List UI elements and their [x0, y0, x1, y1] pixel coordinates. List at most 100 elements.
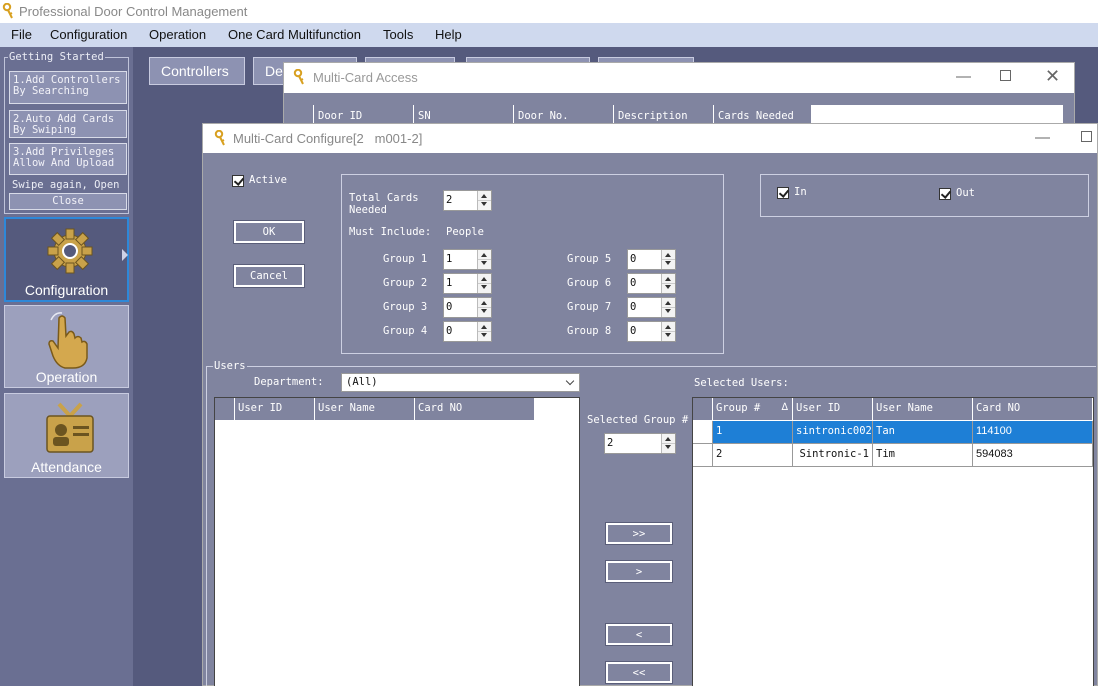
spin-arrows-icon[interactable] — [477, 298, 491, 317]
cancel-button[interactable]: Cancel — [233, 264, 305, 288]
spin-arrows-icon[interactable] — [477, 274, 491, 293]
nav-operation[interactable]: Operation — [4, 305, 129, 388]
nav-configuration-label: Configuration — [24, 282, 109, 298]
multi-card-configure-dialog: Multi-Card Configure[2 m001-2] — Active … — [202, 123, 1098, 686]
menu-one-card-multifunction[interactable]: One Card Multifunction — [228, 27, 361, 42]
minimize-icon[interactable]: — — [956, 68, 971, 85]
menu-file[interactable]: File — [11, 27, 32, 42]
maximize-icon[interactable] — [1000, 70, 1011, 81]
spin-arrows-icon[interactable] — [477, 250, 491, 269]
spin-arrows-icon[interactable] — [477, 322, 491, 341]
cell-user-name: Tan — [873, 421, 973, 444]
column-door-no[interactable]: Door No. — [514, 105, 614, 125]
group-4-label: Group 4 — [383, 325, 428, 337]
chevron-down-icon[interactable] — [565, 376, 575, 386]
group-8-value: 0 — [630, 325, 637, 337]
out-label: Out — [956, 187, 975, 199]
column-door-id[interactable]: Door ID — [314, 105, 414, 125]
group-6-label: Group 6 — [567, 277, 612, 289]
close-button[interactable]: Close — [9, 193, 127, 210]
remove-button[interactable]: < — [605, 623, 673, 646]
key-icon — [293, 69, 304, 85]
door-list-header: Door ID SN Door No. Description Cards Ne… — [291, 105, 1063, 125]
multi-card-access-titlebar: Multi-Card Access — ✕ — [284, 63, 1074, 93]
column-card-no[interactable]: Card NO — [415, 398, 535, 420]
spin-arrows-icon[interactable] — [661, 322, 675, 341]
auto-add-cards-button[interactable]: 2.Auto Add Cards By Swiping — [9, 110, 127, 138]
group-2-stepper[interactable]: 1 — [443, 273, 492, 294]
selected-group-value: 2 — [607, 437, 614, 449]
group-3-stepper[interactable]: 0 — [443, 297, 492, 318]
row-indicator — [693, 421, 713, 444]
add-all-button[interactable]: >> — [605, 522, 673, 545]
column-user-name[interactable]: User Name — [873, 398, 973, 420]
group-1-value: 1 — [446, 253, 453, 265]
group-4-stepper[interactable]: 0 — [443, 321, 492, 342]
cell-user-id: Sintronic-1 — [793, 444, 873, 467]
column-cards-needed[interactable]: Cards Needed — [714, 105, 812, 125]
nav-attendance-label: Attendance — [31, 459, 102, 475]
column-user-name[interactable]: User Name — [315, 398, 415, 420]
column-user-id[interactable]: User ID — [235, 398, 315, 420]
menu-configuration[interactable]: Configuration — [50, 27, 127, 42]
column-group-number[interactable]: Group # ∆ — [713, 398, 793, 420]
maximize-icon[interactable] — [1081, 131, 1092, 142]
key-icon — [214, 130, 225, 146]
row-indicator-header — [291, 105, 314, 125]
users-table[interactable]: User ID User Name Card NO — [214, 397, 580, 686]
spin-arrows-icon[interactable] — [661, 250, 675, 269]
spin-arrows-icon[interactable] — [661, 434, 675, 453]
group-6-value: 0 — [630, 277, 637, 289]
multi-card-access-title: Multi-Card Access — [313, 70, 418, 85]
spin-arrows-icon[interactable] — [661, 274, 675, 293]
row-indicator — [693, 444, 713, 467]
selected-users-table[interactable]: Group # ∆ User ID User Name Card NO 1 si… — [692, 397, 1094, 686]
in-checkbox[interactable] — [777, 187, 789, 199]
cell-card-no: 114100 — [973, 421, 1093, 444]
group-6-stepper[interactable]: 0 — [627, 273, 676, 294]
tab-controllers[interactable]: Controllers — [149, 57, 245, 85]
cell-card-no: 594083 — [973, 444, 1093, 467]
total-cards-value: 2 — [446, 194, 453, 206]
cell-user-name: Tim — [873, 444, 973, 467]
total-cards-stepper[interactable]: 2 — [443, 190, 492, 211]
remove-all-button[interactable]: << — [605, 661, 673, 684]
department-select[interactable]: (All) — [341, 373, 580, 392]
add-controllers-button[interactable]: 1.Add Controllers By Searching — [9, 71, 127, 104]
key-icon — [2, 3, 13, 19]
column-card-no[interactable]: Card NO — [973, 398, 1093, 420]
nav-configuration[interactable]: Configuration — [4, 217, 129, 302]
minimize-icon[interactable]: — — [1035, 129, 1050, 146]
users-legend: Users — [213, 360, 247, 372]
menu-help[interactable]: Help — [435, 27, 462, 42]
menu-tools[interactable]: Tools — [383, 27, 413, 42]
spin-arrows-icon[interactable] — [661, 298, 675, 317]
nav-operation-label: Operation — [35, 369, 98, 385]
ok-button[interactable]: OK — [233, 220, 305, 244]
group-7-stepper[interactable]: 0 — [627, 297, 676, 318]
multi-card-configure-titlebar: Multi-Card Configure[2 m001-2] — — [203, 124, 1097, 153]
group-5-stepper[interactable]: 0 — [627, 249, 676, 270]
group-1-stepper[interactable]: 1 — [443, 249, 492, 270]
add-privileges-button[interactable]: 3.Add Privileges Allow And Upload — [9, 143, 127, 175]
column-sn[interactable]: SN — [414, 105, 514, 125]
group-2-label: Group 2 — [383, 277, 428, 289]
cell-user-id: sintronic002 — [793, 421, 873, 444]
group-2-value: 1 — [446, 277, 453, 289]
id-badge-icon — [46, 402, 94, 453]
menu-operation[interactable]: Operation — [149, 27, 206, 42]
group-8-stepper[interactable]: 0 — [627, 321, 676, 342]
group-4-value: 0 — [446, 325, 453, 337]
active-checkbox[interactable] — [232, 175, 244, 187]
column-description[interactable]: Description — [614, 105, 714, 125]
selected-group-stepper[interactable]: 2 — [604, 433, 676, 454]
nav-attendance[interactable]: Attendance — [4, 393, 129, 478]
out-checkbox[interactable] — [939, 188, 951, 200]
department-value: (All) — [346, 376, 378, 388]
column-user-id[interactable]: User ID — [793, 398, 873, 420]
add-button[interactable]: > — [605, 560, 673, 583]
hand-pointer-icon — [48, 312, 88, 369]
spin-arrows-icon[interactable] — [477, 191, 491, 210]
close-icon[interactable]: ✕ — [1045, 66, 1060, 87]
column-group-number-label: Group # — [716, 402, 761, 414]
